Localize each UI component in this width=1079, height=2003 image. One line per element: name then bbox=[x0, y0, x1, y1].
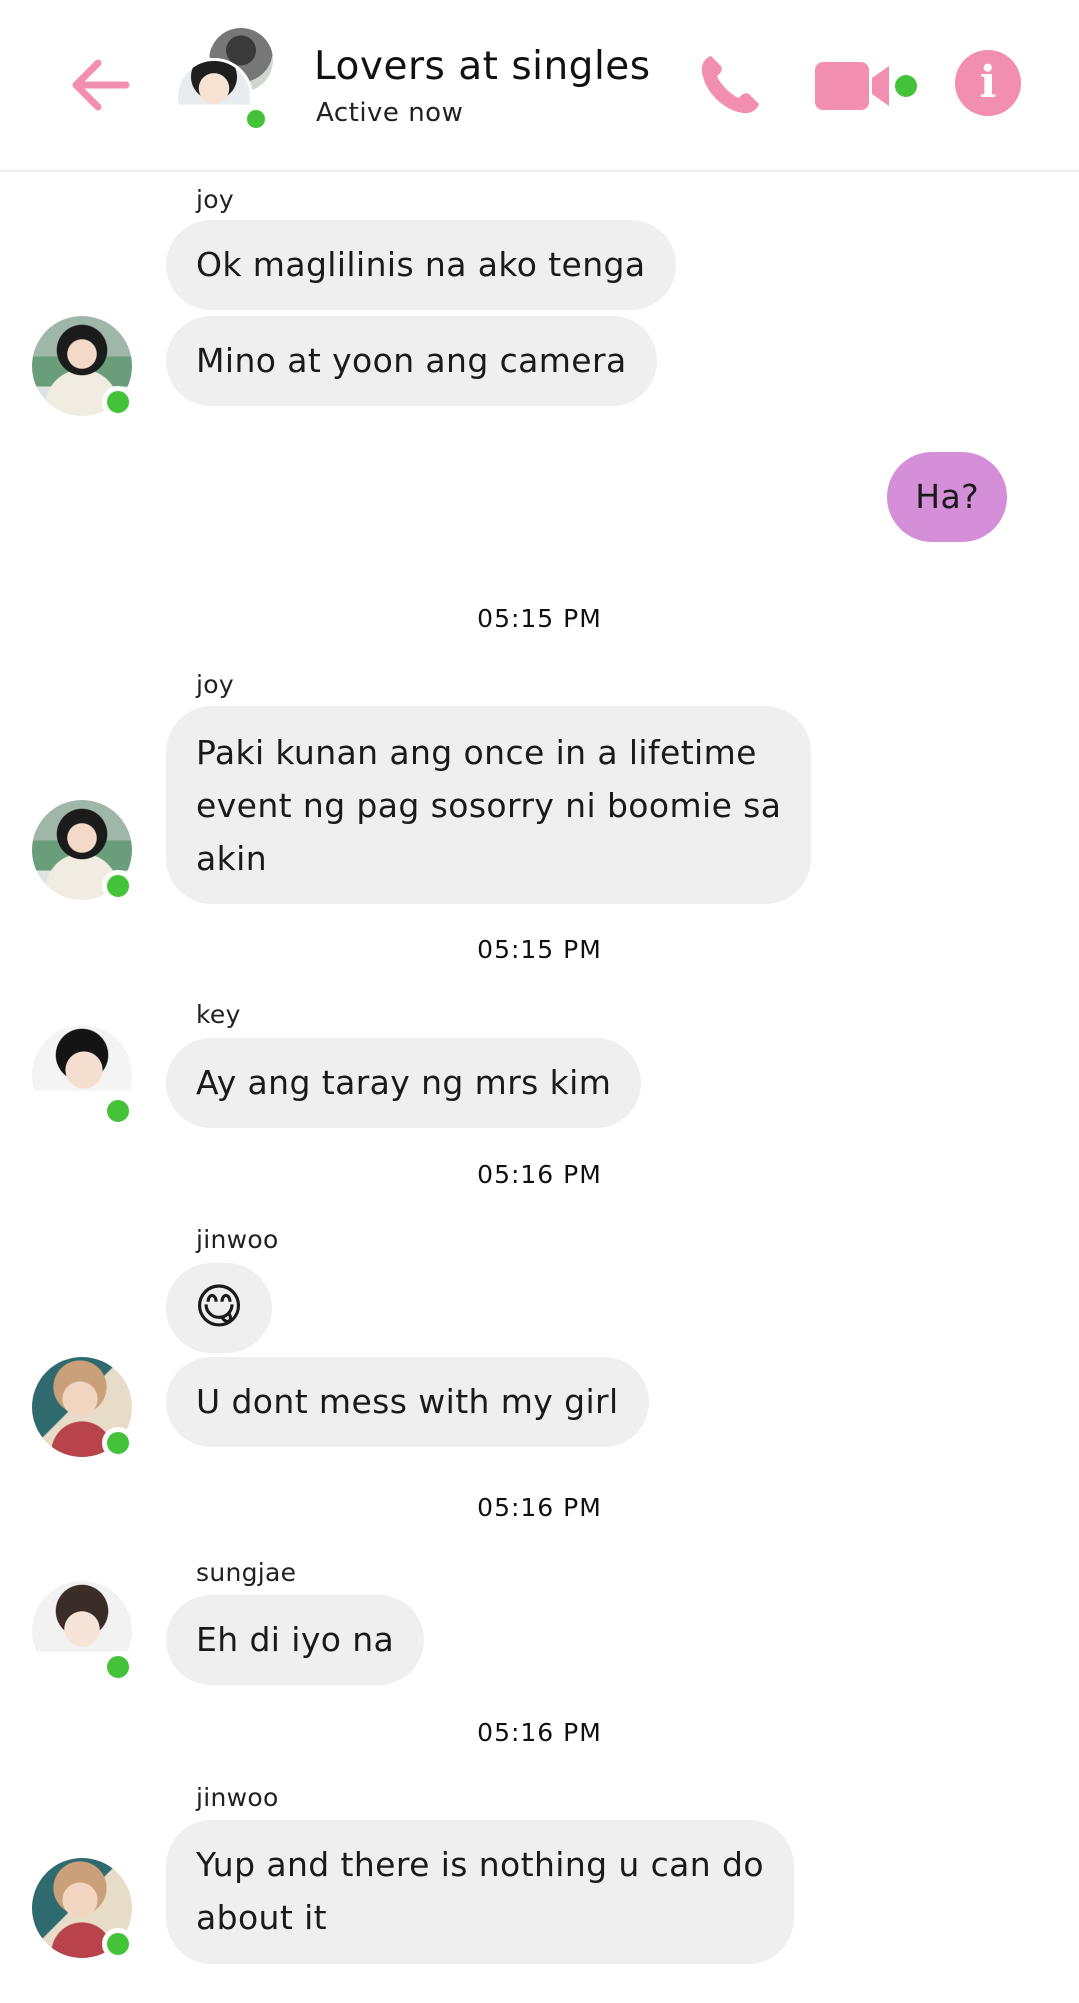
avatar-key[interactable] bbox=[32, 1025, 134, 1127]
online-indicator bbox=[102, 870, 134, 902]
member-photo-front bbox=[175, 58, 253, 136]
sender-name: sungjae bbox=[196, 1558, 297, 1587]
avatar-joy[interactable] bbox=[32, 316, 134, 418]
timestamp: 05:16 PM bbox=[477, 1160, 602, 1189]
message-bubble[interactable]: Ok maglilinis na ako tenga bbox=[166, 220, 676, 310]
message-bubble[interactable]: Eh di iyo na bbox=[166, 1595, 425, 1685]
online-indicator bbox=[102, 1651, 134, 1683]
info-icon[interactable]: i bbox=[955, 50, 1021, 116]
online-indicator bbox=[102, 386, 134, 418]
sender-name: joy bbox=[196, 185, 234, 214]
avatar-jinwoo[interactable] bbox=[32, 1858, 134, 1960]
avatar-sungjae[interactable] bbox=[32, 1581, 134, 1683]
video-camera-icon[interactable] bbox=[815, 58, 920, 114]
avatar-jinwoo[interactable] bbox=[32, 1357, 134, 1459]
phone-icon[interactable] bbox=[695, 50, 765, 120]
group-avatar[interactable] bbox=[175, 28, 285, 138]
timestamp: 05:16 PM bbox=[477, 1493, 602, 1522]
online-indicator bbox=[102, 1095, 134, 1127]
chat-header: Lovers at singles Active now i bbox=[0, 0, 1079, 172]
message-bubble[interactable]: Paki kunan ang once in a lifetime event … bbox=[166, 706, 812, 904]
timestamp: 05:15 PM bbox=[477, 935, 602, 964]
emoji-message-bubble[interactable]: 😋 bbox=[166, 1263, 273, 1353]
online-indicator bbox=[102, 1928, 134, 1960]
timestamp: 05:15 PM bbox=[477, 604, 602, 633]
message-bubble[interactable]: Yup and there is nothing u can do about … bbox=[166, 1820, 794, 1964]
outgoing-message-bubble[interactable]: Ha? bbox=[887, 452, 1007, 542]
active-status: Active now bbox=[316, 98, 464, 128]
online-indicator bbox=[102, 1427, 134, 1459]
sender-name: key bbox=[196, 1000, 241, 1029]
back-arrow-icon[interactable] bbox=[66, 50, 136, 120]
online-indicator bbox=[243, 106, 269, 132]
message-bubble[interactable]: Ay ang taray ng mrs kim bbox=[166, 1038, 642, 1128]
timestamp: 05:16 PM bbox=[477, 1718, 602, 1747]
message-bubble[interactable]: Mino at yoon ang camera bbox=[166, 316, 657, 406]
sender-name: jinwoo bbox=[196, 1783, 279, 1812]
sender-name: jinwoo bbox=[196, 1225, 279, 1254]
chat-title[interactable]: Lovers at singles bbox=[314, 44, 651, 89]
sender-name: joy bbox=[196, 670, 234, 699]
message-bubble[interactable]: U dont mess with my girl bbox=[166, 1357, 649, 1447]
avatar-joy[interactable] bbox=[32, 800, 134, 902]
